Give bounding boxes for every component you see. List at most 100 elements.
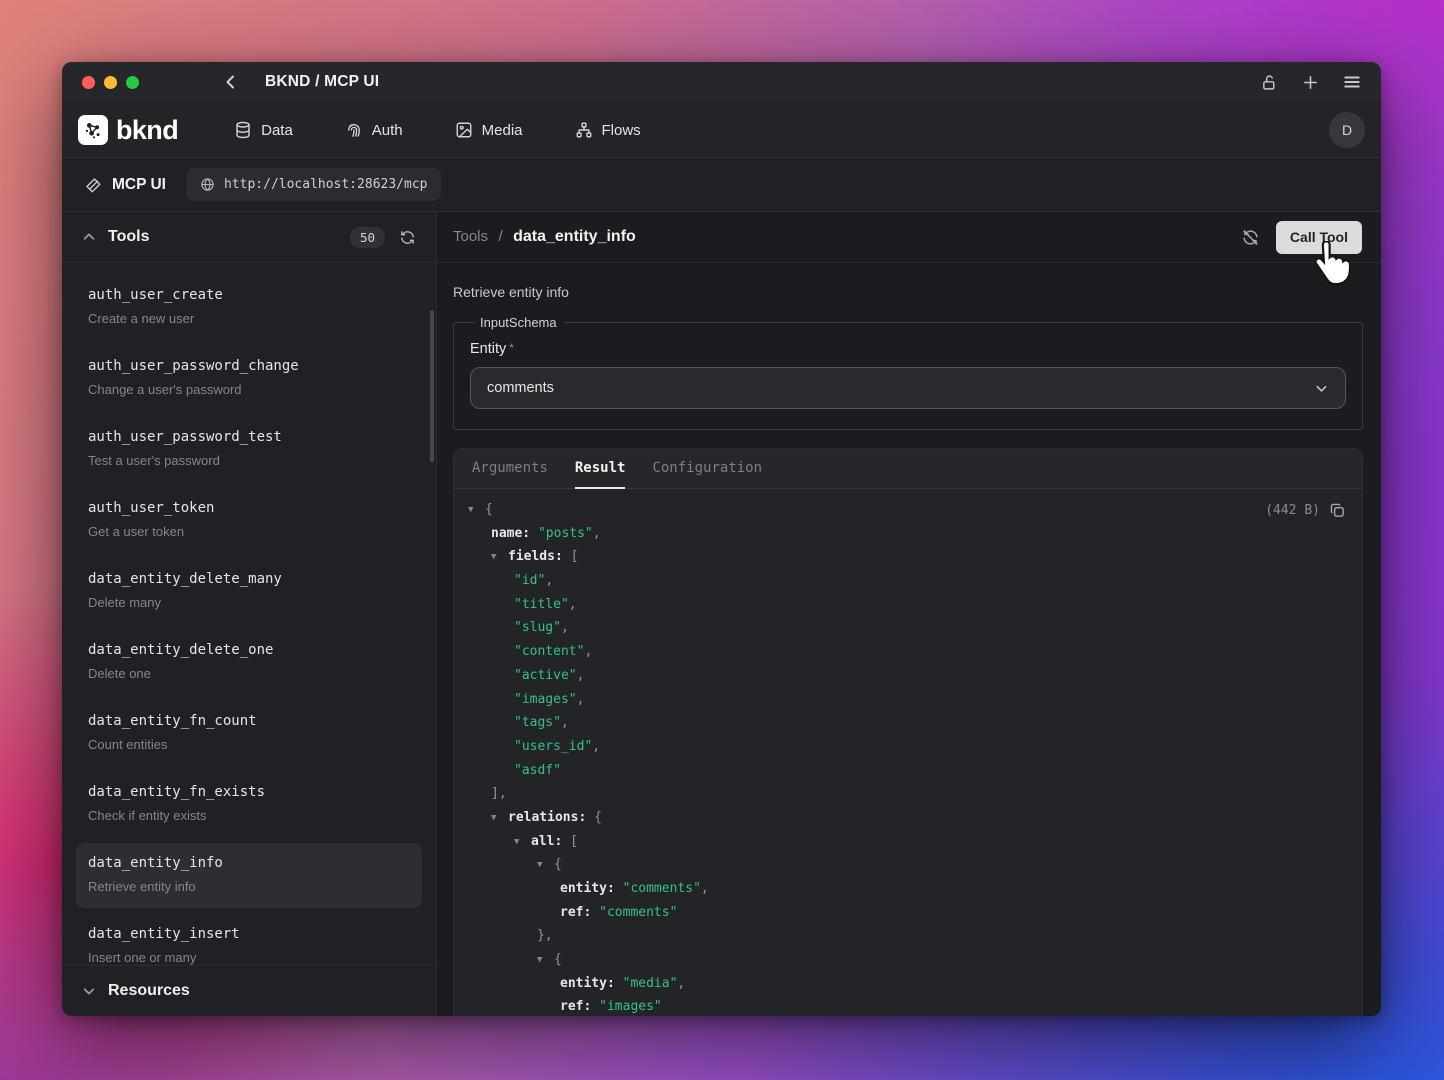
tool-desc: Insert one or many: [88, 949, 410, 965]
tool-desc: Check if entity exists: [88, 807, 410, 825]
collapse-triangle-icon[interactable]: ▼: [514, 831, 531, 855]
chevron-down-icon: [1314, 381, 1329, 396]
refresh-icon[interactable]: [399, 229, 416, 246]
input-schema-legend: InputSchema: [474, 315, 563, 330]
tool-desc: Count entities: [88, 736, 410, 754]
tool-list-item[interactable]: data_entity_delete_oneDelete one: [76, 630, 422, 695]
json-line: ▼fields: [: [454, 545, 1362, 569]
tool-io-card: ArgumentsResultConfiguration (442 B) ▼{n…: [453, 448, 1363, 1016]
tool-list-item[interactable]: auth_user_create Create a new user: [76, 275, 422, 340]
tool-list-item[interactable]: data_entity_infoRetrieve entity info: [76, 843, 422, 908]
breadcrumb-separator: /: [498, 228, 502, 245]
new-tab-icon[interactable]: [1302, 74, 1319, 91]
tool-name: data_entity_delete_many: [88, 569, 410, 590]
tool-list-item[interactable]: data_entity_fn_exists Check if entity exi…: [76, 772, 422, 837]
bknd-logo-icon: [78, 115, 108, 145]
required-mark: *: [509, 341, 514, 355]
server-url-pill[interactable]: http://localhost:28623/mcp: [186, 168, 442, 201]
tool-name: auth_user_password_test: [88, 427, 410, 448]
image-icon: [455, 121, 473, 139]
copy-icon[interactable]: [1329, 502, 1346, 519]
zoom-window-button[interactable]: [126, 76, 139, 89]
tab-result[interactable]: Result: [575, 449, 626, 489]
resources-section-title: Resources: [108, 982, 190, 1000]
json-line: "asdf": [454, 759, 1362, 783]
tool-header: Tools / data_entity_info Call Tool: [437, 212, 1381, 263]
mouse-cursor-pointer: [1312, 241, 1350, 285]
tool-list-item[interactable]: data_entity_fn_countCount entities: [76, 701, 422, 766]
server-url: http://localhost:28623/mcp: [224, 177, 428, 192]
tool-name: data_entity_fn_exists: [88, 782, 410, 803]
tool-list-item[interactable]: auth_user_tokenGet a user token: [76, 488, 422, 553]
json-line: "active",: [454, 664, 1362, 688]
close-window-button[interactable]: [82, 76, 95, 89]
tool-name: data_entity_info: [88, 853, 410, 874]
nav-item-auth[interactable]: Auth: [345, 121, 403, 139]
json-line: ref: "comments": [454, 901, 1362, 925]
traffic-lights: [82, 76, 139, 89]
back-icon[interactable]: [223, 74, 239, 90]
json-lines: ▼{name: "posts",▼fields: ["id","title","…: [454, 498, 1362, 1016]
fingerprint-icon: [345, 121, 363, 139]
tool-list-item[interactable]: auth_user_password_changeChange a user's…: [76, 346, 422, 411]
bknd-logo[interactable]: bknd: [78, 115, 178, 146]
tool-name: data_entity_insert: [88, 924, 410, 945]
collapse-triangle-icon[interactable]: ▼: [537, 949, 554, 973]
tools-sidebar: Tools 50 auth_user_create Create a new us…: [62, 212, 437, 1016]
json-line: "title",: [454, 593, 1362, 617]
json-line: entity: "comments",: [454, 877, 1362, 901]
tab-strip: Arguments Result Configuration: [454, 449, 1362, 489]
entity-select[interactable]: comments: [470, 367, 1346, 409]
json-line: ▼relations: {: [454, 806, 1362, 830]
nav-item-flows[interactable]: Flows: [575, 121, 641, 139]
sidebar-scrollbar[interactable]: [430, 310, 434, 462]
entity-field-label: Entity*: [470, 341, 1346, 357]
resources-section-header[interactable]: Resources: [62, 965, 436, 1016]
tools-section-title: Tools: [108, 228, 149, 246]
json-line: name: "posts",: [454, 522, 1362, 546]
tab-arguments[interactable]: Arguments: [472, 449, 548, 489]
mcp-bar: MCP UI http://localhost:28623/mcp: [62, 158, 1381, 212]
database-icon: [234, 121, 252, 139]
app-window: BKND / MCP UI bknd: [62, 62, 1381, 1016]
tool-name: auth_user_create: [88, 285, 410, 306]
menu-icon[interactable]: [1343, 74, 1361, 90]
tool-list-item[interactable]: auth_user_password_testTest a user's pas…: [76, 417, 422, 482]
json-line: ▼all: [: [454, 830, 1362, 854]
avatar[interactable]: D: [1329, 112, 1365, 148]
json-line: entity: "media",: [454, 972, 1362, 996]
nav-item-data[interactable]: Data: [234, 121, 293, 139]
mcp-title: MCP UI: [112, 176, 166, 194]
tool-list-item[interactable]: data_entity_delete_many Delete many: [76, 559, 422, 624]
chevron-down-icon: [82, 984, 96, 998]
tool-desc: Delete many: [88, 594, 410, 612]
minimize-window-button[interactable]: [104, 76, 117, 89]
tools-section-header[interactable]: Tools 50: [62, 212, 436, 263]
tool-name: auth_user_token: [88, 498, 410, 519]
entity-select-value: comments: [487, 380, 554, 396]
json-line: ▼{: [454, 948, 1362, 972]
auto-refresh-off-icon[interactable]: [1241, 228, 1260, 247]
breadcrumb-section[interactable]: Tools: [453, 228, 488, 245]
nav-item-label: Media: [482, 122, 523, 139]
nav-item-media[interactable]: Media: [455, 121, 523, 139]
lock-icon[interactable]: [1261, 74, 1278, 91]
json-line: "images",: [454, 688, 1362, 712]
json-line: ],: [454, 782, 1362, 806]
collapse-triangle-icon[interactable]: ▼: [491, 546, 508, 570]
json-line: ▼{: [454, 853, 1362, 877]
primary-nav: Data Auth Media Flows: [234, 121, 641, 139]
nav-item-label: Flows: [602, 122, 641, 139]
globe-icon: [200, 177, 215, 192]
collapse-triangle-icon[interactable]: ▼: [491, 807, 508, 831]
title-bar: BKND / MCP UI: [62, 62, 1381, 103]
tool-desc: Create a new user: [88, 310, 410, 328]
json-line: "content",: [454, 640, 1362, 664]
nav-bar: bknd Data Auth Media Flows D: [62, 103, 1381, 158]
collapse-triangle-icon[interactable]: ▼: [537, 854, 554, 878]
chevron-up-icon: [82, 230, 96, 244]
collapse-triangle-icon[interactable]: ▼: [468, 499, 485, 523]
tab-configuration[interactable]: Configuration: [652, 449, 762, 489]
mcp-icon: [84, 176, 102, 194]
tool-list-item[interactable]: data_entity_insert Insert one or many: [76, 914, 422, 965]
